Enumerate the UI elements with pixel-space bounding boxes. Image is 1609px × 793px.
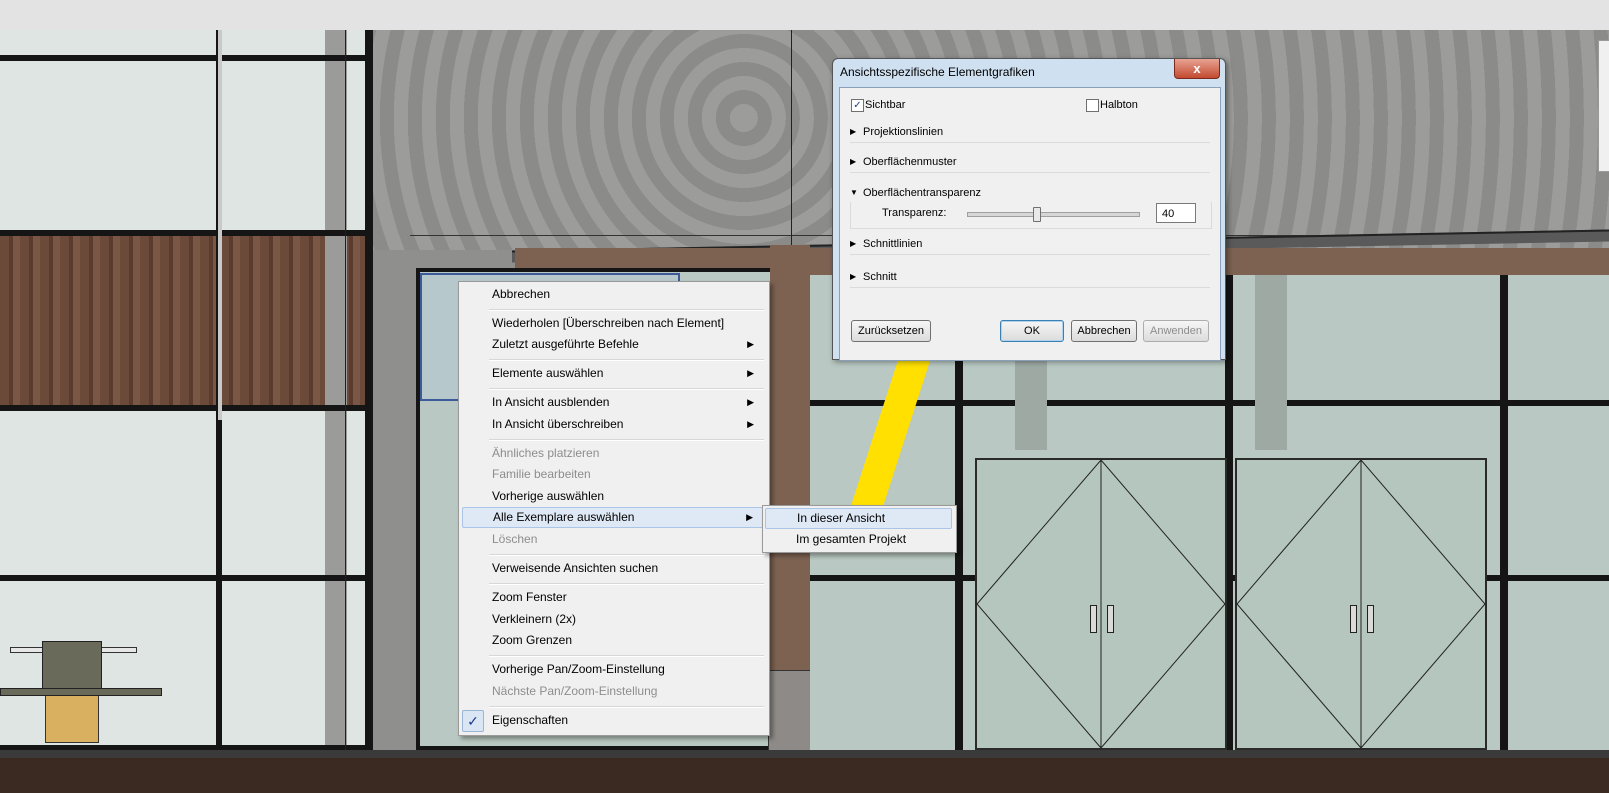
menu-item-label: Verkleinern (2x) bbox=[492, 612, 577, 626]
menu-item-label: Zuletzt ausgeführte Befehle bbox=[492, 337, 639, 351]
menu-item-place-similar: Ähnliches platzieren bbox=[462, 443, 764, 464]
dialog-title: Ansichtsspezifische Elementgrafiken bbox=[840, 65, 1035, 79]
reset-button[interactable]: Zurücksetzen bbox=[851, 320, 931, 342]
menu-item-label: Alle Exemplare auswählen bbox=[493, 510, 635, 524]
menu-item-edit-family: Familie bearbeiten bbox=[462, 464, 764, 485]
submenu-item-entire-project[interactable]: Im gesamten Projekt bbox=[765, 529, 952, 550]
menu-item-label: Zoom Fenster bbox=[492, 590, 567, 604]
menu-item-select-elements[interactable]: Elemente auswählen ▶ bbox=[462, 363, 764, 384]
menu-item-label: In Ansicht ausblenden bbox=[492, 395, 610, 409]
cancel-button[interactable]: Abbrechen bbox=[1071, 320, 1137, 342]
menu-item-zoom-extents[interactable]: Zoom Grenzen bbox=[462, 630, 764, 651]
menu-item-label: Nächste Pan/Zoom-Einstellung bbox=[492, 684, 658, 698]
menu-separator bbox=[489, 554, 764, 556]
context-menu: Abbrechen Wiederholen [Überschreiben nac… bbox=[458, 281, 770, 736]
menu-separator bbox=[489, 359, 764, 361]
submenu-arrow-icon: ▶ bbox=[746, 512, 753, 522]
submenu-item-in-this-view[interactable]: In dieser Ansicht bbox=[765, 508, 952, 529]
section-surface-transparency[interactable]: ▼ Oberflächentransparenz bbox=[850, 187, 1210, 203]
menu-item-label: Wiederholen [Überschreiben nach Element] bbox=[492, 316, 725, 330]
menu-item-select-previous[interactable]: Vorherige auswählen bbox=[462, 486, 764, 507]
menu-item-label: Abbrechen bbox=[492, 287, 551, 301]
transparency-label: Transparenz: bbox=[882, 207, 947, 219]
dialog-view-specific-graphics: Ansichtsspezifische Elementgrafiken x ✓ … bbox=[832, 58, 1226, 361]
collapse-triangle-icon: ▼ bbox=[850, 188, 858, 197]
menu-item-select-all-instances[interactable]: Alle Exemplare auswählen ▶ bbox=[462, 507, 764, 528]
menu-item-zoom-out[interactable]: Verkleinern (2x) bbox=[462, 609, 764, 630]
halftone-checkbox[interactable] bbox=[1086, 99, 1099, 112]
ok-button[interactable]: OK bbox=[1000, 320, 1064, 342]
halftone-label: Halbton bbox=[1100, 99, 1138, 111]
menu-item-label: Zoom Grenzen bbox=[492, 633, 573, 647]
submenu-arrow-icon: ▶ bbox=[747, 339, 754, 349]
menu-item-label: Elemente auswählen bbox=[492, 366, 604, 380]
menu-separator bbox=[489, 655, 764, 657]
submenu-select-all-instances: In dieser Ansicht Im gesamten Projekt bbox=[762, 505, 957, 553]
menu-separator bbox=[489, 583, 764, 585]
menu-item-label: Vorherige Pan/Zoom-Einstellung bbox=[492, 662, 665, 676]
menu-item-delete: Löschen bbox=[462, 529, 764, 550]
section-label: Oberflächentransparenz bbox=[863, 187, 982, 199]
menu-item-label: Eigenschaften bbox=[492, 713, 569, 727]
expand-triangle-icon: ▶ bbox=[850, 272, 857, 281]
menu-separator bbox=[489, 439, 764, 441]
submenu-arrow-icon: ▶ bbox=[747, 368, 754, 378]
section-label: Schnittlinien bbox=[863, 238, 923, 250]
menu-item-label: In Ansicht überschreiben bbox=[492, 417, 624, 431]
menu-item-label: In dieser Ansicht bbox=[797, 511, 886, 525]
section-label: Projektionslinien bbox=[863, 126, 944, 138]
menu-item-find-referring-views[interactable]: Verweisende Ansichten suchen bbox=[462, 558, 764, 579]
menu-item-label: Ähnliches platzieren bbox=[492, 446, 600, 460]
menu-item-properties[interactable]: Eigenschaften bbox=[462, 710, 764, 731]
menu-item-cancel[interactable]: Abbrechen bbox=[462, 284, 764, 305]
section-cut-lines[interactable]: ▶ Schnittlinien bbox=[850, 238, 1210, 255]
section-label: Oberflächenmuster bbox=[863, 156, 957, 168]
submenu-arrow-icon: ▶ bbox=[747, 397, 754, 407]
transparency-slider[interactable] bbox=[967, 207, 1140, 222]
apply-button[interactable]: Anwenden bbox=[1143, 320, 1209, 342]
expand-triangle-icon: ▶ bbox=[850, 239, 857, 248]
menu-item-label: Familie bearbeiten bbox=[492, 467, 591, 481]
menu-separator bbox=[489, 388, 764, 390]
section-cut-patterns[interactable]: ▶ Schnitt bbox=[850, 271, 1210, 288]
submenu-arrow-icon: ▶ bbox=[747, 419, 754, 429]
checkmark-icon: ✓ bbox=[462, 710, 484, 732]
menu-item-recent-commands[interactable]: Zuletzt ausgeführte Befehle ▶ bbox=[462, 334, 764, 355]
menu-item-repeat[interactable]: Wiederholen [Überschreiben nach Element] bbox=[462, 313, 764, 334]
section-label: Schnitt bbox=[863, 271, 897, 283]
menu-item-zoom-window[interactable]: Zoom Fenster bbox=[462, 587, 764, 608]
dialog-body: ✓ Sichtbar Halbton ▶ Projektionslinien ▶ O… bbox=[839, 87, 1221, 361]
menu-item-label: Verweisende Ansichten suchen bbox=[492, 561, 659, 575]
expand-triangle-icon: ▶ bbox=[850, 157, 857, 166]
slider-thumb[interactable] bbox=[1033, 207, 1041, 222]
transparency-value-input[interactable]: 40 bbox=[1156, 203, 1196, 223]
section-surface-patterns[interactable]: ▶ Oberflächenmuster bbox=[850, 156, 1210, 173]
section-projection-lines[interactable]: ▶ Projektionslinien bbox=[850, 126, 1210, 143]
visible-checkbox[interactable]: ✓ bbox=[851, 99, 864, 112]
checkmark-icon: ✓ bbox=[853, 100, 862, 111]
close-button[interactable]: x bbox=[1174, 59, 1220, 79]
expand-triangle-icon: ▶ bbox=[850, 127, 857, 136]
menu-item-override-in-view[interactable]: In Ansicht überschreiben ▶ bbox=[462, 414, 764, 435]
menu-item-label: Löschen bbox=[492, 532, 538, 546]
annotation-arrow bbox=[848, 245, 996, 522]
menu-separator bbox=[489, 706, 764, 708]
menu-item-next-pan-zoom: Nächste Pan/Zoom-Einstellung bbox=[462, 681, 764, 702]
menu-item-previous-pan-zoom[interactable]: Vorherige Pan/Zoom-Einstellung bbox=[462, 659, 764, 680]
menu-item-label: Vorherige auswählen bbox=[492, 489, 605, 503]
menu-separator bbox=[489, 309, 764, 311]
menu-item-label: Im gesamten Projekt bbox=[796, 532, 907, 546]
visible-label: Sichtbar bbox=[865, 99, 906, 111]
menu-item-hide-in-view[interactable]: In Ansicht ausblenden ▶ bbox=[462, 392, 764, 413]
